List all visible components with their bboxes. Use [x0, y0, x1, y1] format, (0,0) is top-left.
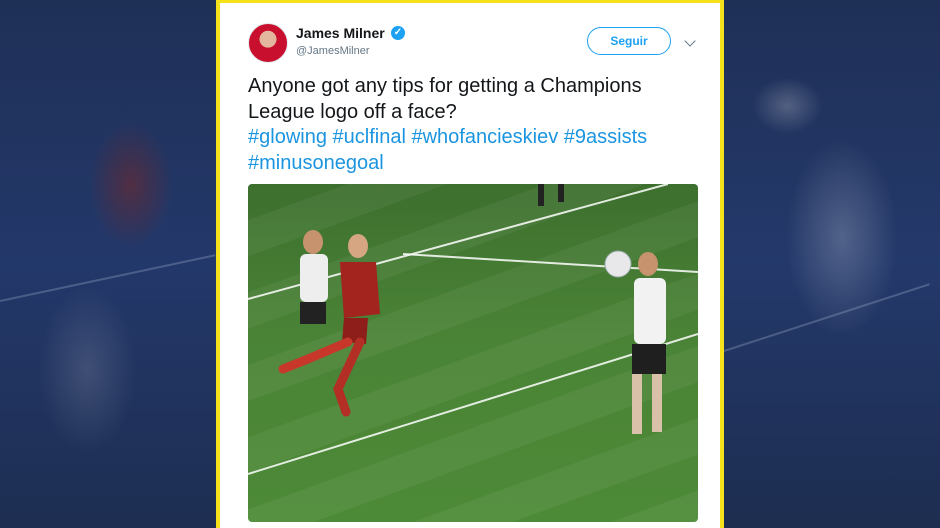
- chevron-down-icon[interactable]: [684, 35, 696, 47]
- ball: [604, 250, 632, 278]
- hashtag-whofancieskiev[interactable]: #whofancieskiev: [411, 126, 558, 148]
- player-leg: [333, 337, 365, 417]
- player-head: [303, 230, 323, 254]
- hashtag-uclfinal[interactable]: #uclfinal: [333, 126, 406, 148]
- player-head: [638, 252, 658, 276]
- hashtag-glowing[interactable]: #glowing: [248, 126, 327, 148]
- tweet-photo[interactable]: [248, 184, 698, 522]
- tweet-card: James Milner ✓ @JamesMilner Seguir Anyon…: [216, 0, 724, 528]
- player-legs: [538, 184, 544, 206]
- tweet-text: Anyone got any tips for getting a Champi…: [248, 74, 708, 176]
- player-leg: [278, 337, 353, 374]
- verified-badge-icon: ✓: [391, 26, 405, 40]
- hashtag-minusonegoal[interactable]: #minusonegoal: [248, 152, 384, 174]
- player-shorts: [632, 344, 666, 374]
- football-scene: [248, 184, 698, 475]
- follow-button[interactable]: Seguir: [587, 27, 671, 55]
- avatar[interactable]: [248, 23, 288, 63]
- player-leg: [652, 374, 662, 432]
- player-leg: [632, 374, 642, 434]
- tweet-body: Anyone got any tips for getting a Champi…: [248, 75, 642, 123]
- player-shirt: [634, 278, 666, 344]
- player-legs: [558, 184, 564, 202]
- player-shirt: [300, 254, 328, 302]
- player-head: [348, 234, 368, 258]
- author-handle[interactable]: @JamesMilner: [296, 45, 370, 57]
- player-shirt: [340, 262, 380, 318]
- background-photo-left: [0, 0, 218, 528]
- player-shorts: [300, 302, 326, 324]
- hashtag-9assists[interactable]: #9assists: [564, 126, 647, 148]
- author-name[interactable]: James Milner: [296, 25, 385, 41]
- background-photo-right: [722, 0, 940, 528]
